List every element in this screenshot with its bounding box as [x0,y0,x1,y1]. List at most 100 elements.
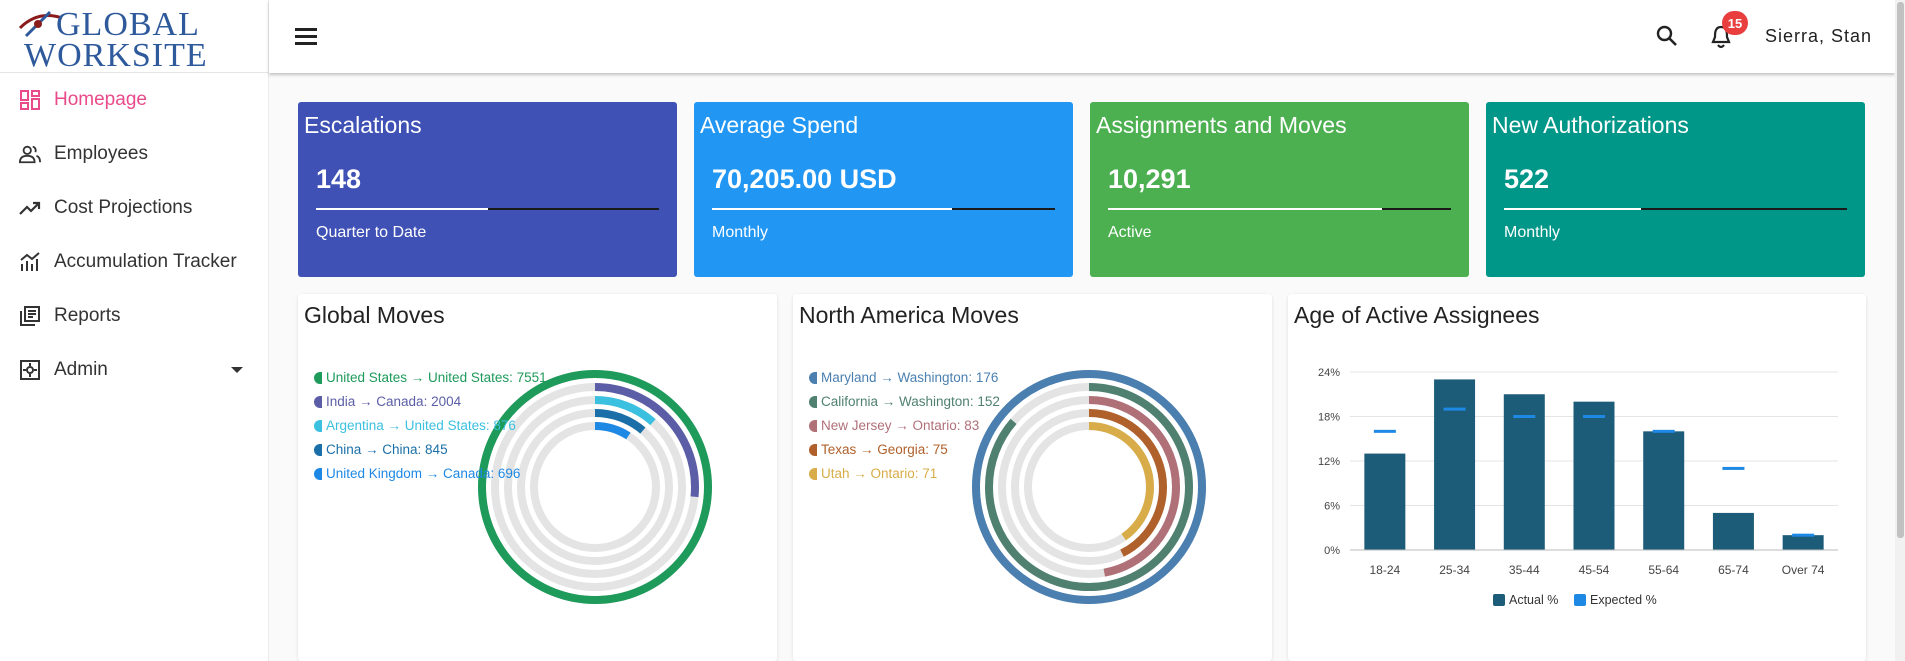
scrollbar-thumb[interactable] [1897,2,1904,538]
legend-marker [809,395,817,408]
kpi-card-average-spend[interactable]: Average Spend 70,205.00 USD Monthly [694,102,1073,277]
bar-actual[interactable] [1364,453,1406,550]
radial-track [530,422,660,552]
radial-bar-0[interactable] [972,370,1206,604]
x-tick-label: 55-64 [1648,563,1679,577]
x-tick-label: 18-24 [1370,563,1401,577]
legend-label: China → China: 845 [326,442,448,457]
legend-item[interactable]: Argentina → United States: 876 [314,418,516,433]
legend-label: India → Canada: 2004 [326,394,462,409]
bar-actual[interactable] [1712,512,1754,550]
expected-marker[interactable] [1722,466,1745,470]
radial-bar-0[interactable] [478,370,712,604]
legend-label: United Kingdom → Canada: 696 [326,466,521,481]
kpi-title: Assignments and Moves [1096,112,1347,138]
legend-marker [314,371,322,384]
legend-item[interactable]: Utah → Ontario: 71 [809,466,937,481]
x-tick-label: 25-34 [1439,563,1470,577]
expected-marker[interactable] [1583,415,1605,418]
sidebar-item-cost-projections[interactable]: Cost Projections [0,186,269,230]
global-worksite-logo[interactable]: GLOBAL WORKSITE [10,4,210,74]
chevron-down-icon [231,367,243,373]
x-tick-label: 65-74 [1718,563,1749,577]
expected-marker[interactable] [1373,429,1396,433]
expected-marker[interactable] [1513,415,1536,418]
sidebar-item-employees[interactable]: Employees [0,132,269,176]
kpi-progress-track [1108,208,1451,210]
stacked-line-chart-icon [19,251,41,273]
legend-label[interactable]: Expected % [1590,593,1657,607]
legend-marker [314,467,322,480]
global-moves-card: Global Moves United States → United Stat… [298,294,777,661]
kpi-subtitle: Monthly [1504,224,1561,241]
expected-marker[interactable] [1652,429,1675,433]
kpi-subtitle: Monthly [712,224,769,241]
kpi-value: 148 [316,164,362,194]
logo-text-line2: WORKSITE [24,37,208,74]
trending-up-icon [19,197,41,219]
expected-marker[interactable] [1443,407,1466,411]
kpi-card-assignments-and-moves[interactable]: Assignments and Moves 10,291 Active [1090,102,1469,277]
kpi-card-escalations[interactable]: Escalations 148 Quarter to Date [298,102,677,277]
legend-swatch[interactable] [1574,594,1586,606]
legend-swatch[interactable] [1493,594,1505,606]
age-of-active-assignees-card: Age of Active Assignees 0% 6% 12% 18% 24% 18-… [1288,294,1866,661]
bar-actual[interactable] [1643,431,1685,550]
kpi-title: New Authorizations [1492,112,1689,138]
sidebar-item-label: Admin [54,359,108,380]
legend-marker [809,443,817,456]
y-tick-label: 18% [1318,412,1340,424]
legend-marker [314,443,322,456]
legend-label: Argentina → United States: 876 [326,418,516,433]
hamburger-menu-icon[interactable] [295,28,317,45]
search-icon[interactable] [1655,24,1679,48]
kpi-card-new-authorizations[interactable]: New Authorizations 522 Monthly [1486,102,1865,277]
legend-marker [809,371,817,384]
legend-item[interactable]: Texas → Georgia: 75 [809,442,948,457]
sidebar-item-homepage[interactable]: Homepage [0,78,269,122]
legend-label[interactable]: Actual % [1509,593,1558,607]
legend-item[interactable]: United Kingdom → Canada: 696 [314,466,520,481]
x-tick-label: 35-44 [1509,563,1540,577]
sidebar-divider [0,72,269,73]
legend-label: United States → United States: 7551 [326,370,547,385]
legend-item[interactable]: India → Canada: 2004 [314,394,461,409]
kpi-value: 522 [1504,164,1550,194]
legend-item[interactable]: California → Washington: 152 [809,394,1000,409]
legend-marker [809,467,817,480]
y-tick-label: 0% [1324,545,1340,557]
sidebar-item-admin[interactable]: Admin [0,348,269,392]
sidebar-item-reports[interactable]: Reports [0,294,269,338]
kpi-subtitle: Quarter to Date [316,224,427,241]
kpi-progress-fill [1504,208,1642,210]
legend-label: Maryland → Washington: 176 [821,370,999,385]
legend-marker [314,419,322,432]
x-tick-label: Over 74 [1782,563,1825,577]
radial-track [517,409,673,565]
bar-actual[interactable] [1573,401,1615,550]
dashboard-icon [19,89,41,111]
sidebar-item-label: Employees [54,143,148,164]
bar-actual[interactable] [1434,379,1476,550]
top-app-bar: 15 Sierra, Stan [269,0,1895,73]
kpi-progress-track [1504,208,1847,210]
legend-marker [809,419,817,432]
legend-item[interactable]: New Jersey → Ontario: 83 [809,418,979,433]
kpi-progress-fill [316,208,488,210]
library-books-icon [19,305,41,327]
sidebar-item-accumulation-tracker[interactable]: Accumulation Tracker [0,240,269,284]
legend-item[interactable]: China → China: 845 [314,442,448,457]
kpi-progress-track [316,208,659,210]
legend-item[interactable]: United States → United States: 7551 [314,370,547,385]
legend-item[interactable]: Maryland → Washington: 176 [809,370,998,385]
legend-marker [314,395,322,408]
north-america-moves-card: North America Moves Maryland → Washingto… [793,294,1272,661]
expected-marker[interactable] [1792,533,1815,537]
sidebar-item-label: Homepage [54,89,147,110]
bar-actual[interactable] [1782,535,1824,550]
legend-label: New Jersey → Ontario: 83 [821,418,980,433]
kpi-progress-track [712,208,1055,210]
user-menu[interactable]: Sierra, Stan [1765,26,1872,47]
sidebar: GLOBAL WORKSITE Homepage Employees Cost … [0,0,269,661]
y-tick-label: 24% [1318,367,1340,379]
